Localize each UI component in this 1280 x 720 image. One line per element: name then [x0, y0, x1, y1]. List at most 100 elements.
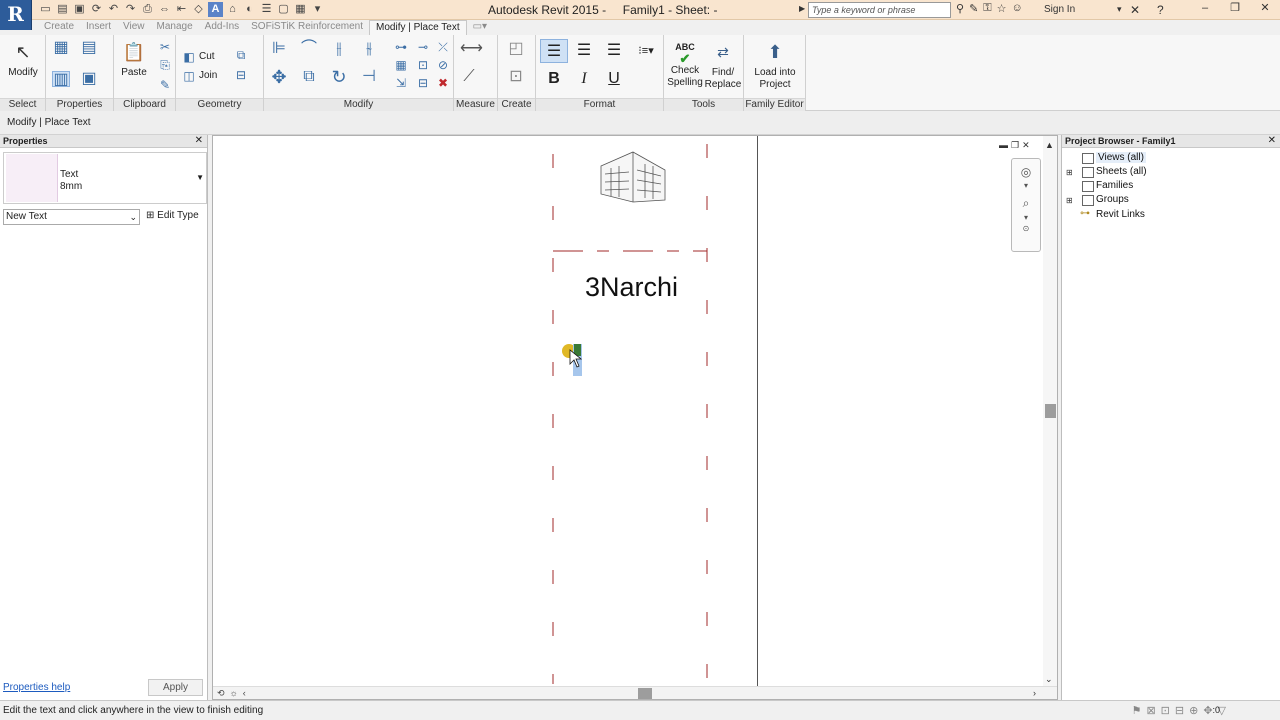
measure-icon[interactable]: ⇔ [157, 2, 172, 17]
tree-item-sheets[interactable]: Sheets (all) [1096, 166, 1147, 177]
align-left-button[interactable]: ☰ [540, 39, 568, 63]
scroll-right-icon[interactable]: › [1033, 688, 1036, 698]
drawing-area[interactable]: 3Narchi ▬❐✕ ◎ ▾ ⌕ ▾ ⊙ ▲ ⌄ ⟲☼‹ › [212, 135, 1058, 700]
text-tool-icon[interactable]: A [208, 2, 223, 17]
tab-minimize-ribbon[interactable]: ▭▾ [467, 20, 493, 35]
edit-type-button[interactable]: ⊞ Edit Type [146, 210, 199, 221]
search-input[interactable]: Type a keyword or phrase [808, 2, 951, 18]
copy-icon[interactable]: ⎘ [156, 57, 174, 73]
split-icon[interactable]: ⊶ [392, 39, 410, 55]
sheet-text-label[interactable]: 3Narchi [585, 272, 678, 303]
cut-geometry-label[interactable]: Cut [199, 51, 215, 62]
type-selector[interactable]: Text 8mm ▼ [3, 152, 207, 204]
close-icon[interactable]: ✕ [1268, 135, 1276, 147]
tab-add-ins[interactable]: Add-Ins [199, 20, 245, 35]
load-into-project-button[interactable]: ⬆ Load into Project [746, 39, 804, 91]
paint-icon[interactable]: ⊟ [232, 67, 250, 83]
drag-elements-icon[interactable]: ✥ [1203, 704, 1212, 717]
cut-icon[interactable]: ✂ [156, 39, 174, 55]
key-icon[interactable]: ⚿ [983, 2, 991, 15]
delete-icon[interactable]: ✖ [434, 75, 452, 91]
horizontal-scrollbar[interactable] [213, 686, 1057, 699]
close-icon[interactable]: ✕ [1250, 0, 1280, 18]
trim-icon[interactable]: ⊣ [360, 69, 378, 85]
mirror-axis-icon[interactable]: ⫲ [330, 41, 348, 57]
tree-item-families[interactable]: Families [1096, 180, 1133, 191]
sun-path-icon[interactable]: ☼ [230, 688, 243, 698]
extend-icon[interactable]: ⊘ [434, 57, 452, 73]
binoculars-icon[interactable]: ⚲ [956, 2, 964, 15]
join-icon[interactable]: ◫ [180, 68, 198, 84]
type-properties-icon[interactable]: ▦ [52, 40, 70, 56]
scroll-down-icon[interactable]: ⌄ [1045, 674, 1053, 685]
modify-button[interactable]: ↖ Modify [4, 39, 42, 79]
search-expand-icon[interactable]: ▶ [799, 4, 805, 13]
undo-icon[interactable]: ↶ [106, 2, 121, 17]
close-icon[interactable]: ✕ [195, 135, 203, 147]
expand-icon[interactable]: ⊞ [1066, 168, 1073, 177]
properties-toggle-icon[interactable]: ▥ [52, 71, 70, 88]
tab-sofistik[interactable]: SOFiSTiK Reinforcement [245, 20, 369, 35]
wheel-dropdown-icon[interactable]: ▾ [1012, 181, 1040, 190]
align-icon[interactable]: ⊫ [270, 41, 288, 57]
scroll-left-icon[interactable]: ‹ [243, 688, 251, 698]
rotate-icon[interactable]: ↻ [330, 68, 348, 86]
paste-button[interactable]: 📋 Paste [116, 39, 152, 79]
list-button[interactable]: ⁝≡▾ [632, 39, 660, 63]
default-3d-icon[interactable]: ⌂ [225, 2, 240, 17]
tab-view[interactable]: View [117, 20, 151, 35]
dimension-icon[interactable]: ⇤ [174, 2, 189, 17]
panel-select-label[interactable]: Select [0, 98, 45, 111]
move-icon[interactable]: ✥ [270, 68, 288, 86]
signin-dropdown-icon[interactable]: ▾ [1117, 4, 1122, 15]
aligned-dimension-icon[interactable]: ⟋ [460, 69, 478, 85]
worksets-icon[interactable]: ⚑ [1132, 704, 1142, 717]
bold-button[interactable]: B [540, 67, 568, 91]
thin-lines-icon[interactable]: ☰ [259, 2, 274, 17]
check-spelling-button[interactable]: ABC ✔ Check Spelling [666, 39, 704, 89]
open-icon[interactable]: ▭ [38, 2, 53, 17]
exchange-icon[interactable]: ✕ [1130, 3, 1140, 17]
redo-icon[interactable]: ↷ [123, 2, 138, 17]
unpin-icon[interactable]: ⊸ [414, 39, 432, 55]
navbar-options-icon[interactable]: ⊙ [1012, 224, 1040, 233]
steering-wheel-icon[interactable]: ◎ [1012, 165, 1040, 179]
select-links-icon[interactable]: ⊡ [1161, 704, 1170, 717]
help-icon[interactable]: ? [1157, 3, 1164, 17]
qat-dropdown-icon[interactable]: ▾ [310, 2, 325, 17]
subscription-icon[interactable]: ✎ [969, 2, 978, 15]
close-view-icon[interactable]: ✕ [1022, 140, 1033, 150]
folder-icon[interactable]: ▤ [55, 2, 70, 17]
chevron-down-icon[interactable]: ▼ [196, 173, 204, 182]
zoom-icon[interactable]: ⌕ [1012, 196, 1040, 211]
save-icon[interactable]: ▣ [72, 2, 87, 17]
minimize-icon[interactable]: – [1190, 0, 1220, 18]
maximize-icon[interactable]: ❐ [1220, 0, 1250, 18]
user-icon[interactable]: ☺ [1012, 2, 1023, 15]
family-types-icon[interactable]: ▤ [80, 40, 98, 56]
restore-view-icon[interactable]: ❐ [1011, 140, 1022, 150]
copy-element-icon[interactable]: ⧉ [300, 69, 318, 85]
instance-filter-dropdown[interactable]: New Text ⌄ [3, 209, 140, 225]
split-gap-icon[interactable]: ⤫ [434, 39, 452, 55]
tree-item-groups[interactable]: Groups [1096, 194, 1129, 205]
align-right-button[interactable]: ☰ [600, 39, 628, 63]
mirror-draw-icon[interactable]: ⫳ [360, 41, 378, 57]
sign-in-link[interactable]: Sign In [1044, 4, 1075, 15]
tab-manage[interactable]: Manage [151, 20, 199, 35]
array-icon[interactable]: ▦ [392, 57, 410, 73]
select-pinned-icon[interactable]: ⊕ [1189, 704, 1198, 717]
tab-modify-place-text[interactable]: Modify | Place Text [369, 20, 467, 36]
match-type-icon[interactable]: ✎ [156, 77, 174, 93]
underline-button[interactable]: U [600, 67, 628, 91]
vertical-scroll-thumb[interactable] [1045, 404, 1056, 418]
pin-icon[interactable]: ⊡ [414, 57, 432, 73]
tag-icon[interactable]: ◇ [191, 2, 206, 17]
measure-between-icon[interactable]: ⟷ [460, 41, 483, 57]
horizontal-scroll-thumb[interactable] [638, 688, 652, 699]
cope-icon[interactable]: ◧ [180, 49, 198, 65]
italic-button[interactable]: I [570, 67, 598, 91]
scroll-up-icon[interactable]: ▲ [1045, 140, 1054, 150]
trim-single-icon[interactable]: ⊟ [414, 75, 432, 91]
tree-item-revit-links[interactable]: Revit Links [1096, 209, 1145, 220]
